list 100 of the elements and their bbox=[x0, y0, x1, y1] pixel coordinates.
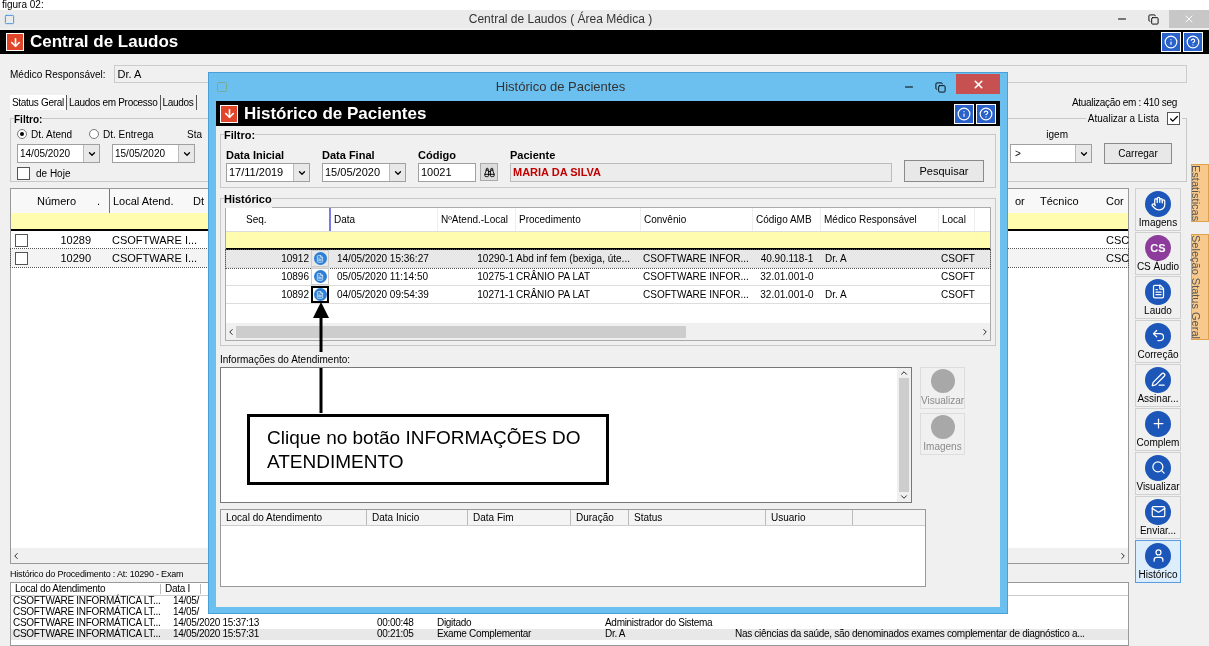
radio-button[interactable] bbox=[89, 129, 99, 139]
column-header[interactable]: Local do Atendimento bbox=[11, 583, 161, 594]
auto-refresh-checkbox[interactable] bbox=[1167, 112, 1180, 125]
undo-icon bbox=[1145, 322, 1171, 349]
column-header[interactable]: Data I bbox=[161, 583, 201, 594]
dropdown-button[interactable] bbox=[293, 164, 309, 181]
history-row[interactable]: 10892 04/05/2020 09:54:39 10271-1 CRÂNIO PA LAT CSOFTWARE INFOR... 32.01.001-0 Dr. A CSOFT bbox=[226, 286, 990, 304]
field-label: Sta bbox=[187, 127, 202, 142]
table-cell-text: Administrador do Sistema bbox=[605, 618, 714, 628]
arrow-down-icon bbox=[6, 33, 24, 51]
table-row[interactable]: 10289 CSOFTWARE I... CSC bbox=[11, 231, 1128, 249]
toolbar-button[interactable]: Assinar... bbox=[1135, 364, 1181, 407]
help-icon[interactable] bbox=[976, 103, 996, 124]
column-header[interactable]: Usuario bbox=[766, 510, 853, 525]
section-label: Informações do Atendimento: bbox=[220, 352, 351, 367]
column-header[interactable]: Convênio bbox=[641, 208, 753, 231]
history-row[interactable]: 10896 05/05/2020 11:14:50 10275-1 CRÂNIO PA LAT CSOFTWARE INFOR... 32.01.001-0 CSOFT bbox=[226, 268, 990, 286]
toolbar-button[interactable]: Correção bbox=[1135, 320, 1181, 363]
table-cell-text: CSOFT bbox=[940, 270, 975, 284]
origin-combo[interactable]: > bbox=[1010, 144, 1092, 163]
column-header[interactable]: Técnico bbox=[1040, 192, 1106, 210]
column-header[interactable]: Cor bbox=[1106, 192, 1128, 210]
column-header[interactable]: Data Fim bbox=[468, 510, 571, 525]
close-icon[interactable] bbox=[971, 77, 985, 91]
info-icon[interactable] bbox=[954, 103, 974, 124]
scroll-left-icon[interactable] bbox=[11, 550, 21, 561]
table-cell-text: Dr. A bbox=[824, 288, 848, 302]
column-header[interactable]: Médico Responsável bbox=[821, 208, 939, 231]
dropdown-button[interactable] bbox=[178, 145, 194, 162]
vertical-scrollbar[interactable] bbox=[897, 368, 911, 502]
scroll-up-icon[interactable] bbox=[899, 368, 909, 378]
column-header[interactable]: Status bbox=[629, 510, 766, 525]
toolbar-button[interactable]: CS CS Áudio bbox=[1135, 232, 1181, 275]
toolbar-button[interactable]: Imagens bbox=[1135, 188, 1181, 231]
table-cell-text: 05/05/2020 11:14:50 bbox=[336, 270, 429, 284]
toolbar-button[interactable]: Complem bbox=[1135, 408, 1181, 451]
table-cell-text: CSC bbox=[1106, 232, 1128, 248]
side-tab[interactable]: Estatísticas bbox=[1191, 164, 1209, 223]
tab[interactable]: Laudos em Processo bbox=[67, 94, 161, 110]
info-button[interactable] bbox=[311, 286, 329, 303]
date-combo[interactable]: 17/11/2019 bbox=[226, 163, 310, 182]
dialog-heading: Histórico de Pacientes bbox=[244, 102, 428, 125]
checkbox[interactable] bbox=[17, 167, 30, 180]
side-tab[interactable]: Seleção Status Geral bbox=[1191, 234, 1209, 341]
toolbar-button[interactable]: Visualizar bbox=[1135, 452, 1181, 495]
dropdown-button[interactable] bbox=[1075, 145, 1091, 162]
column-header[interactable]: Data bbox=[331, 208, 438, 231]
close-button[interactable] bbox=[956, 74, 1000, 94]
dropdown-button[interactable] bbox=[83, 145, 99, 162]
column-header[interactable]: NºAtend.-Local bbox=[438, 208, 516, 231]
tab[interactable]: Laudos bbox=[160, 94, 197, 110]
history-row[interactable]: CSOFTWARE INFORMÁTICA LT... 14/05/2020 15:57:31 00:21:05 Exame Complementar Dr. A Nas ciências da saúde, são denominados exames complementar de diagnóstico a... bbox=[11, 628, 1128, 640]
section-label: Histórico do Procedimento : At: 10290 - Exam bbox=[10, 568, 185, 581]
column-header[interactable]: or bbox=[1015, 192, 1040, 210]
table-cell-text: 10290 bbox=[59, 250, 92, 266]
dropdown-button[interactable] bbox=[389, 164, 405, 181]
table-cell-text: 04/05/2020 09:54:39 bbox=[336, 288, 430, 302]
scroll-left-icon[interactable] bbox=[226, 326, 236, 337]
restore-icon[interactable] bbox=[935, 81, 946, 93]
column-header[interactable]: Código AMB bbox=[753, 208, 821, 231]
history-row[interactable]: 10912 14/05/2020 15:36:27 10290-1 Abd inf fem (bexiga, úte... CSOFTWARE INFOR... 40.90.118-1 Dr. A CSOFT bbox=[226, 250, 990, 268]
load-button[interactable]: Carregar bbox=[1104, 143, 1172, 164]
table-cell-text: CSOFTWARE INFOR... bbox=[642, 270, 750, 284]
checkbox-label: de Hoje bbox=[36, 167, 71, 181]
column-header[interactable]: Local bbox=[939, 208, 975, 231]
filter-row[interactable] bbox=[226, 232, 990, 250]
date-combo[interactable]: 15/05/2020 bbox=[112, 144, 195, 163]
column-header[interactable]: Dt bbox=[193, 192, 205, 210]
search-patient-button[interactable] bbox=[480, 163, 498, 181]
code-field[interactable]: 10021 bbox=[418, 163, 476, 182]
scroll-down-icon[interactable] bbox=[899, 492, 909, 502]
checkbox[interactable] bbox=[15, 251, 28, 265]
tab[interactable]: Status Geral bbox=[10, 94, 67, 110]
history-row[interactable]: CSOFTWARE INFORMÁTICA LT... 14/05/2020 15:37:13 00:00:48 Digitado Administrador do Sistema bbox=[11, 617, 1128, 629]
checkbox[interactable] bbox=[15, 233, 28, 247]
column-header[interactable]: Data Inicio bbox=[367, 510, 468, 525]
scroll-right-icon[interactable] bbox=[1118, 550, 1128, 561]
column-header[interactable]: Procedimento bbox=[516, 208, 641, 231]
column-header[interactable]: . bbox=[97, 192, 109, 210]
radio-button[interactable] bbox=[17, 129, 27, 139]
toolbar-button[interactable]: Histórico bbox=[1135, 540, 1181, 583]
table-cell: Nas ciências da saúde, são denominados exames complementar de diagnóstico a... bbox=[735, 629, 1085, 639]
table-cell-text: 10892 bbox=[281, 288, 309, 302]
scroll-right-icon[interactable] bbox=[980, 326, 990, 337]
toolbar-button[interactable]: Laudo bbox=[1135, 276, 1181, 319]
date-combo[interactable]: 15/05/2020 bbox=[322, 163, 406, 182]
column-header[interactable]: Local do Atendimento bbox=[221, 510, 367, 525]
column-header[interactable]: Duração bbox=[571, 510, 629, 525]
document-icon bbox=[313, 270, 327, 283]
toolbar-button[interactable]: Enviar... bbox=[1135, 496, 1181, 539]
horizontal-scrollbar[interactable] bbox=[226, 323, 990, 340]
restore-icon[interactable] bbox=[1148, 13, 1159, 25]
date-combo[interactable]: 14/05/2020 bbox=[17, 144, 100, 163]
plus-icon bbox=[1145, 410, 1171, 437]
checkbox-label: Atualizar a Lista bbox=[1087, 112, 1159, 126]
caption: figura 02: bbox=[1, 0, 44, 10]
search-button[interactable]: Pesquisar bbox=[904, 160, 984, 182]
table-cell-text: 14/05/ bbox=[173, 596, 201, 606]
column-header[interactable]: Número bbox=[31, 192, 97, 210]
mail-icon bbox=[1145, 498, 1171, 525]
